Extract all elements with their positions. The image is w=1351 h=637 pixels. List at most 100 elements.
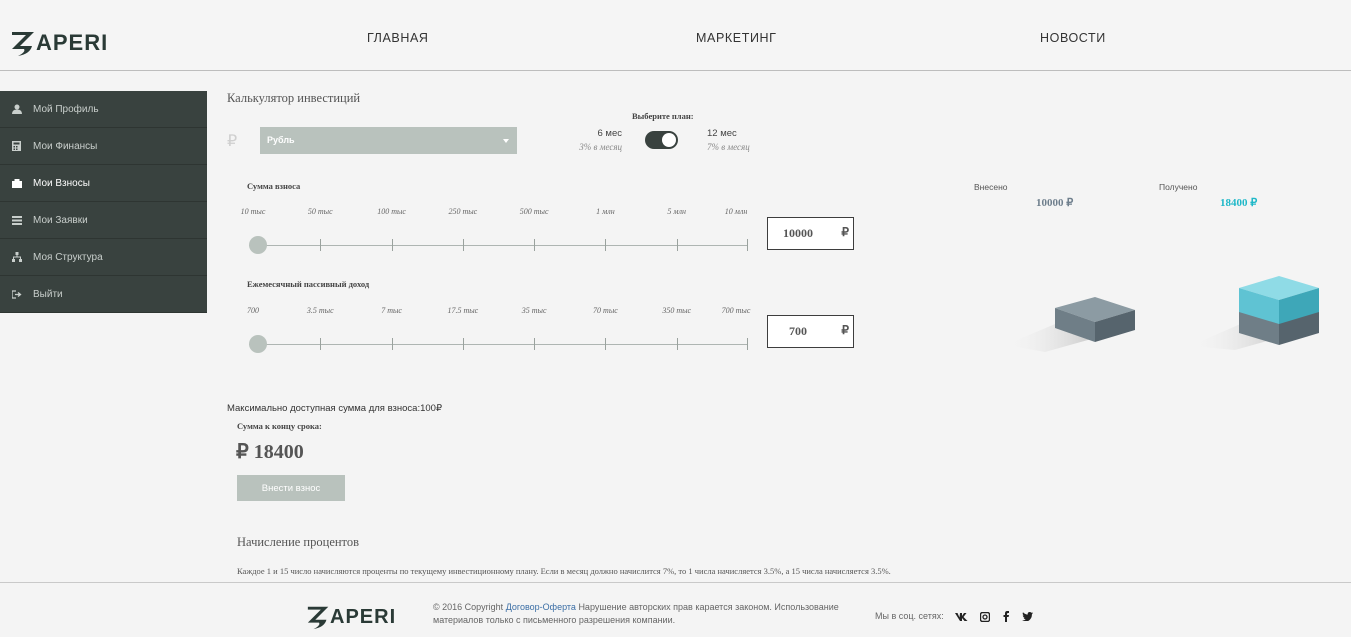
tick-mark <box>534 239 536 251</box>
tick-label: 50 тыс <box>307 207 333 216</box>
user-icon <box>11 104 22 115</box>
tick-label: 350 тыс <box>662 306 692 315</box>
twitter-icon[interactable] <box>1020 610 1034 623</box>
plan-option-6m[interactable]: 6 мес 3% в месяц <box>579 128 622 152</box>
max-deposit-note: Максимально доступная сумма для взноса:1… <box>227 403 442 414</box>
tick-mark <box>747 338 748 350</box>
income-slider-handle[interactable] <box>249 335 267 353</box>
tick-label: 7 тыс <box>381 306 402 315</box>
sidebar-item-label: Выйти <box>33 288 63 300</box>
sidebar-item-label: Мои Взносы <box>33 177 90 189</box>
received-block-illustration <box>1190 276 1319 350</box>
deposit-input[interactable] <box>768 218 828 249</box>
tick-mark <box>747 239 748 251</box>
tick-label: 17.5 тыс <box>447 306 479 315</box>
tick-label: 10 млн <box>724 207 748 216</box>
footer: APERI © 2016 Copyright Договор-Оферта На… <box>0 582 1351 637</box>
offer-link[interactable]: Договор-Оферта <box>506 602 576 612</box>
invested-block-illustration <box>1005 297 1135 352</box>
deposit-slider-handle[interactable] <box>249 236 267 254</box>
currency-select-value: Рубль <box>267 135 295 145</box>
vk-icon[interactable] <box>954 610 968 623</box>
briefcase-icon <box>11 178 22 189</box>
end-sum-label: Сумма к концу срока: <box>237 421 322 431</box>
facebook-icon[interactable] <box>999 610 1013 623</box>
tick-label: 700 тыс <box>721 306 751 315</box>
tick-mark <box>676 338 678 350</box>
end-sum-value: ₽ 18400 <box>236 441 304 463</box>
plan-toggle[interactable] <box>645 131 678 149</box>
plan-rate: 3% в месяц <box>579 142 622 152</box>
tick-label: 700 <box>247 306 259 315</box>
tick-mark <box>676 239 678 251</box>
logo-text: APERI <box>36 30 109 55</box>
logo-text: APERI <box>330 605 397 628</box>
sidebar-item-profile[interactable]: Мой Профиль <box>0 91 207 128</box>
tick-label: 500 тыс <box>519 207 549 216</box>
sidebar-item-logout[interactable]: Выйти <box>0 276 207 313</box>
deposit-slider[interactable] <box>249 236 748 254</box>
nav-news[interactable]: НОВОСТИ <box>1040 31 1106 45</box>
tick-mark <box>391 239 393 251</box>
make-deposit-button[interactable]: Внести взнос <box>237 475 345 501</box>
tick-label: 250 тыс <box>448 207 478 216</box>
logo[interactable]: APERI <box>10 26 108 60</box>
tick-mark <box>391 338 393 350</box>
currency-select[interactable]: Рубль <box>260 127 517 154</box>
income-input[interactable] <box>768 316 828 347</box>
list-icon <box>11 215 22 226</box>
calculator-icon <box>11 141 22 152</box>
ruble-icon: ₽ <box>841 323 849 337</box>
copyright-text: © 2016 Copyright Договор-Оферта Нарушени… <box>433 601 853 627</box>
page-title: Калькулятор инвестиций <box>227 91 361 105</box>
instagram-icon[interactable] <box>978 610 992 623</box>
tick-label: 5 млн <box>667 207 686 216</box>
nav-marketing[interactable]: МАРКЕТИНГ <box>696 31 777 45</box>
ruble-icon: ₽ <box>841 225 849 239</box>
income-value-box: ₽ <box>767 315 854 348</box>
tick-label: 1 млн <box>596 207 615 216</box>
chevron-down-icon <box>503 139 509 143</box>
deposit-slider-label: Сумма взноса <box>247 181 301 191</box>
tick-label: 100 тыс <box>377 207 406 216</box>
tick-mark <box>320 239 322 251</box>
deposit-value-box: ₽ <box>767 217 854 250</box>
sign-out-icon <box>11 289 22 300</box>
sidebar-item-finances[interactable]: Мои Финансы <box>0 128 207 165</box>
social-label: Мы в соц. сетях: <box>875 611 944 621</box>
logo-mark-icon <box>12 32 34 56</box>
footer-logo[interactable]: APERI <box>306 601 396 633</box>
toggle-knob <box>662 133 676 147</box>
received-label: Получено <box>1159 182 1198 192</box>
nav-home[interactable]: ГЛАВНАЯ <box>367 31 429 45</box>
sidebar-item-label: Моя Структура <box>33 251 103 263</box>
tick-mark <box>605 239 607 251</box>
tick-mark <box>534 338 536 350</box>
income-slider-label: Ежемесячный пассивный доход <box>247 279 370 289</box>
tick-label: 35 тыс <box>521 306 547 315</box>
plan-option-12m[interactable]: 12 мес 7% в месяц <box>707 128 750 152</box>
sitemap-icon <box>11 252 22 263</box>
plan-name: 12 мес <box>707 128 737 139</box>
ruble-icon: ₽ <box>227 133 238 150</box>
header: APERI ГЛАВНАЯ МАРКЕТИНГ НОВОСТИ <box>0 0 1351 71</box>
sidebar-item-requests[interactable]: Мои Заявки <box>0 202 207 239</box>
sidebar: Мой Профиль Мои Финансы Мои Взносы Мои З… <box>0 91 207 313</box>
invested-value: 10000 ₽ <box>1036 197 1074 209</box>
sidebar-item-structure[interactable]: Моя Структура <box>0 239 207 276</box>
tick-mark <box>462 239 464 251</box>
tick-mark <box>605 338 607 350</box>
interest-title: Начисление процентов <box>237 535 360 549</box>
plan-prompt: Выберите план: <box>632 111 694 121</box>
copyright-prefix: © 2016 Copyright <box>433 602 504 612</box>
tick-label: 10 тыс <box>240 207 266 216</box>
income-slider[interactable] <box>249 335 748 353</box>
sidebar-item-label: Мой Профиль <box>33 103 99 115</box>
sidebar-item-label: Мои Заявки <box>33 214 88 226</box>
received-value: 18400 ₽ <box>1220 197 1258 209</box>
sidebar-item-deposits[interactable]: Мои Взносы <box>0 165 207 202</box>
tick-label: 70 тыс <box>593 306 618 315</box>
tick-label: 3.5 тыс <box>306 306 334 315</box>
tick-mark <box>320 338 322 350</box>
plan-name: 6 мес <box>597 128 623 139</box>
